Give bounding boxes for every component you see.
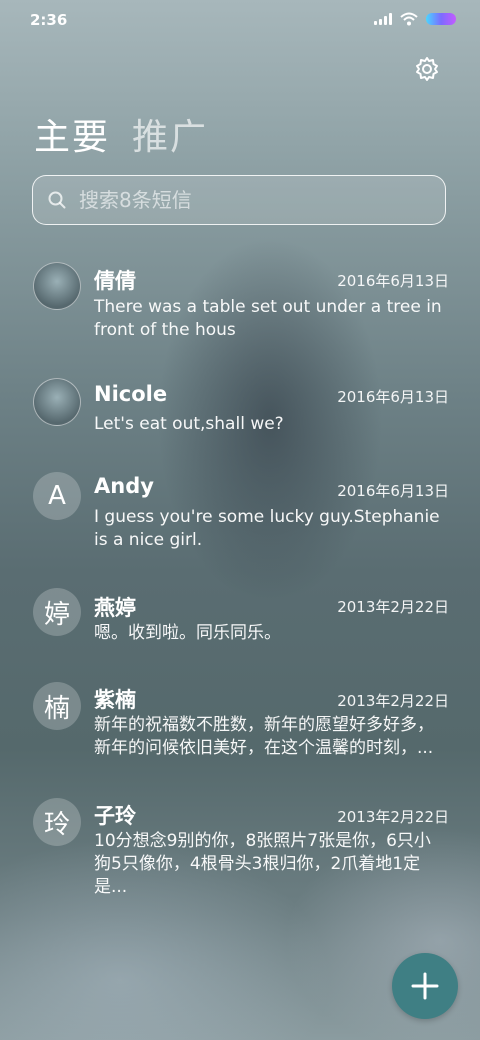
message-date: 2013年2月22日 [337,598,449,616]
message-date: 2016年6月13日 [337,482,449,500]
message-preview: 新年的祝福数不胜数，新年的愿望好多好多，新年的问候依旧美好，在这个温馨的时刻，.… [94,715,434,758]
message-item[interactable]: 玲 子玲 2013年2月22日 10分想念9别的你，8张照片7张是你，6只小狗5… [0,794,480,897]
sender-name: 燕婷 [94,596,136,620]
sender-name: 紫楠 [94,688,136,712]
message-preview: 10分想念9别的你，8张照片7张是你，6只小狗5只像你，4根骨头3根归你，2爪着… [94,831,431,897]
tab-promotions[interactable]: 推广 [132,108,208,160]
message-preview: I guess you're some lucky guy.Stephanie … [94,507,440,550]
message-date: 2013年2月22日 [337,692,449,710]
avatar: 玲 [33,798,81,846]
tab-bar: 主要 推广 [34,108,208,160]
avatar: A [33,472,81,520]
gear-icon[interactable] [414,56,440,82]
signal-icon [374,13,392,25]
message-item[interactable]: 楠 紫楠 2013年2月22日 新年的祝福数不胜数，新年的愿望好多好多，新年的问… [0,678,480,778]
search-input[interactable] [77,187,411,213]
search-icon [48,191,66,209]
avatar [33,378,81,426]
message-date: 2013年2月22日 [337,808,449,826]
message-item[interactable]: 婷 燕婷 2013年2月22日 嗯。收到啦。同乐同乐。 [0,584,480,664]
avatar [33,262,81,310]
sender-name: 子玲 [94,804,136,828]
status-time: 2:36 [30,11,68,29]
message-date: 2016年6月13日 [337,272,449,290]
message-preview: 嗯。收到啦。同乐同乐。 [94,623,281,643]
status-bar: 2:36 [0,0,480,40]
wifi-icon [400,12,418,26]
status-icons [374,12,456,26]
message-preview: Let's eat out,shall we? [94,414,284,434]
battery-icon [426,13,456,25]
message-preview: There was a table set out under a tree i… [94,297,442,340]
plus-icon [411,972,439,1000]
message-item[interactable]: Nicole 2016年6月13日 Let's eat out,shall we… [0,372,480,452]
message-item[interactable]: 倩倩 2016年6月13日 There was a table set out … [0,254,480,354]
message-item[interactable]: A Andy 2016年6月13日 I guess you're some lu… [0,466,480,566]
search-bar[interactable] [32,175,446,225]
sender-name: Andy [94,474,154,498]
compose-button[interactable] [392,953,458,1019]
avatar: 楠 [33,682,81,730]
sender-name: 倩倩 [94,269,136,293]
sender-name: Nicole [94,382,168,406]
avatar: 婷 [33,588,81,636]
tab-primary[interactable]: 主要 [34,108,110,160]
message-date: 2016年6月13日 [337,388,449,406]
